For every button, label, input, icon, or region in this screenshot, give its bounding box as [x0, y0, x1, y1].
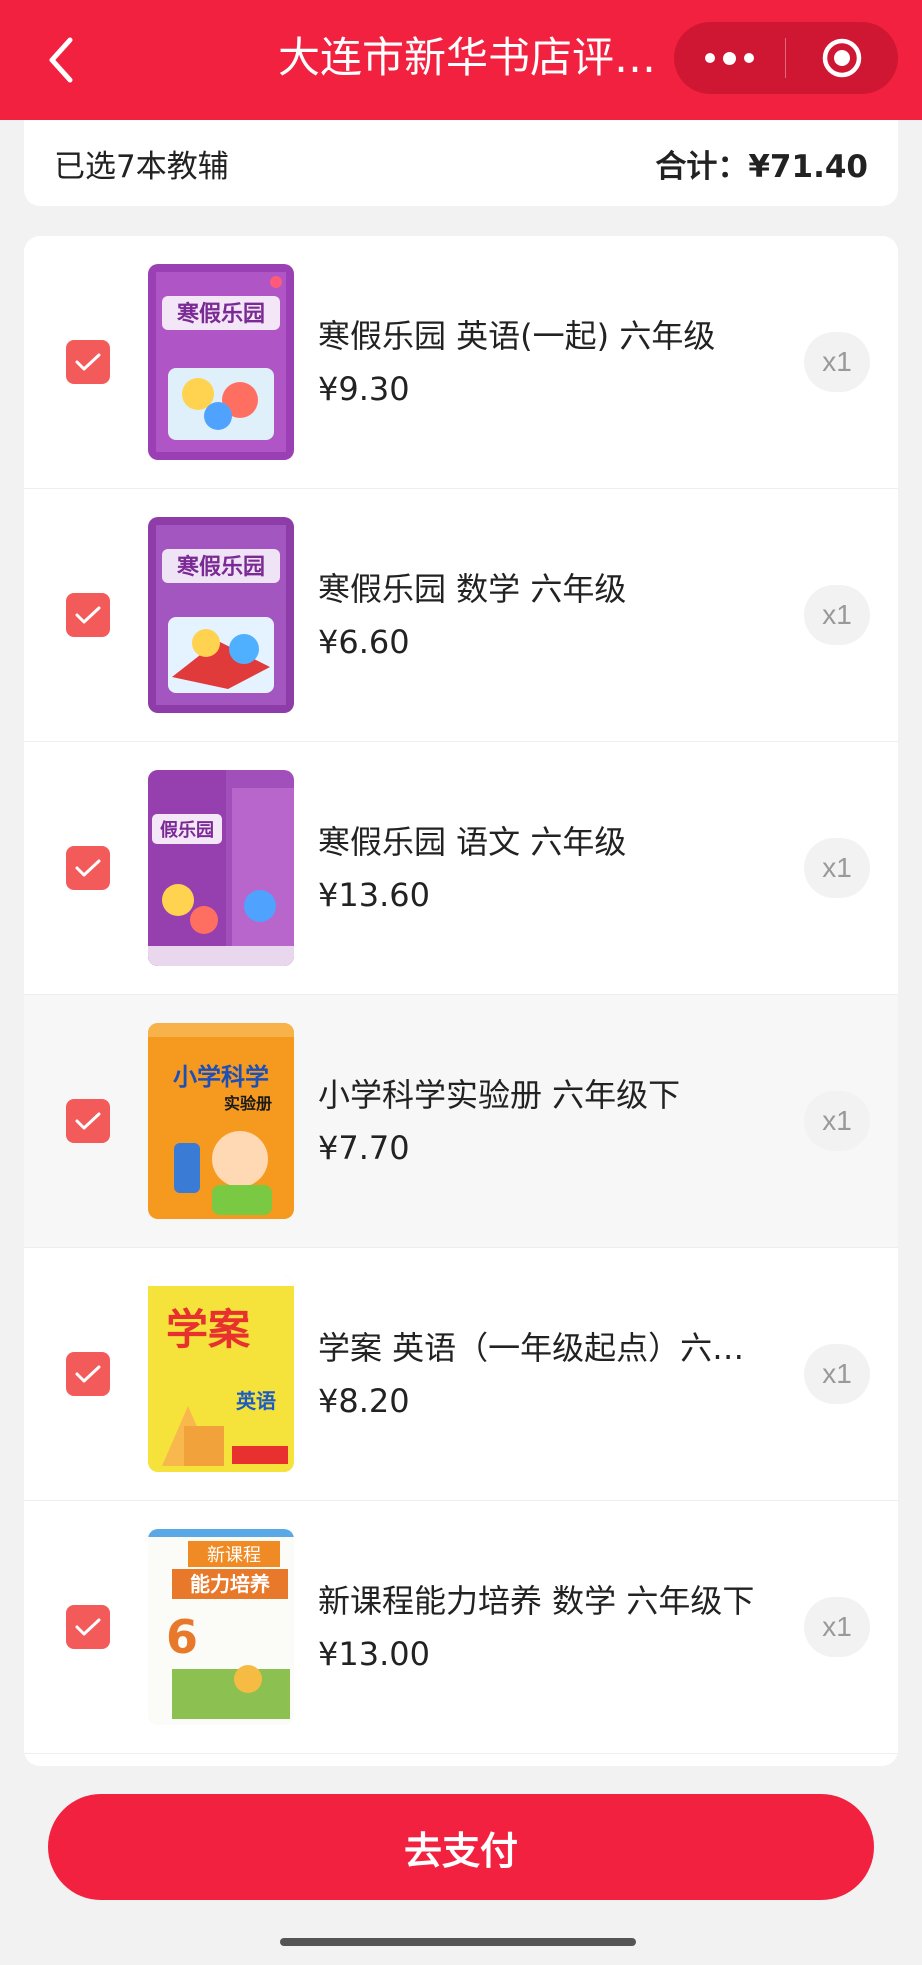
cover-sub-text: 能力培养 [190, 1572, 270, 1596]
book-list: 寒假乐园 寒假乐园 英语(一起) 六年级 ¥9.30 x1 寒假乐园 寒假乐园 … [24, 236, 898, 1766]
quantity-badge: x1 [804, 1597, 870, 1657]
item-checkbox[interactable] [66, 593, 110, 637]
home-indicator [280, 1938, 636, 1946]
quantity-badge: x1 [804, 1091, 870, 1151]
close-miniprogram-button[interactable] [786, 22, 897, 94]
list-item[interactable]: 小学科学 实验册 小学科学实验册 六年级下 ¥7.70 x1 [24, 995, 898, 1248]
more-button[interactable] [674, 22, 785, 94]
cover-title-text: 小学科学 [173, 1063, 269, 1091]
checkmark-icon [75, 859, 101, 877]
svg-text:6: 6 [166, 1610, 198, 1664]
quantity-badge: x1 [804, 838, 870, 898]
checkmark-icon [75, 353, 101, 371]
book-price: ¥8.20 [318, 1382, 410, 1420]
book-title: 新课程能力培养 数学 六年级下 [318, 1582, 755, 1620]
total-amount: 合计：¥71.40 [655, 148, 868, 185]
list-item[interactable]: 学案 英语 学案 英语（一年级起点）六… ¥8.20 x1 [24, 1248, 898, 1501]
cover-title-text: 寒假乐园 [177, 301, 265, 327]
book-price: ¥6.60 [318, 623, 410, 661]
back-button[interactable] [36, 30, 86, 90]
list-item[interactable]: 新课程 能力培养 6 新课程能力培养 数学 六年级下 ¥13.00 x1 [24, 1501, 898, 1754]
book-cover-image: 小学科学 实验册 [148, 1023, 294, 1219]
page-title: 大连市新华书店评… [278, 33, 657, 82]
item-checkbox[interactable] [66, 1099, 110, 1143]
quantity-badge: x1 [804, 585, 870, 645]
cover-sub-text: 实验册 [224, 1094, 272, 1113]
book-cover-image: 学案 英语 [148, 1276, 294, 1472]
item-checkbox[interactable] [66, 1605, 110, 1649]
nav-header: 大连市新华书店评… [0, 0, 922, 120]
cover-title-text: 假乐园 [160, 819, 214, 841]
mini-program-capsule [674, 22, 898, 94]
checkmark-icon [75, 1112, 101, 1130]
book-title: 寒假乐园 英语(一起) 六年级 [318, 317, 716, 355]
cover-title-text: 学案 [166, 1305, 251, 1354]
book-cover-image: 寒假乐园 [148, 517, 294, 713]
quantity-badge: x1 [804, 332, 870, 392]
list-item[interactable]: 寒假乐园 寒假乐园 英语(一起) 六年级 ¥9.30 x1 [24, 236, 898, 489]
checkmark-icon [75, 1365, 101, 1383]
book-cover-image: 寒假乐园 [148, 264, 294, 460]
book-title: 小学科学实验册 六年级下 [318, 1076, 681, 1114]
book-title: 学案 英语（一年级起点）六… [318, 1329, 745, 1367]
item-checkbox[interactable] [66, 340, 110, 384]
book-cover-image: 新课程 能力培养 6 [148, 1529, 294, 1725]
cover-title-text: 寒假乐园 [177, 554, 265, 580]
target-circle-icon [822, 38, 861, 78]
book-title: 寒假乐园 语文 六年级 [318, 823, 627, 861]
cover-sub-text: 英语 [236, 1389, 276, 1413]
quantity-badge: x1 [804, 1344, 870, 1404]
checkmark-icon [75, 1618, 101, 1636]
pay-button[interactable]: 去支付 [48, 1794, 874, 1900]
selected-count: 已选7本教辅 [54, 148, 229, 185]
book-price: ¥9.30 [318, 370, 410, 408]
more-dots-icon [705, 53, 715, 63]
cover-title-text: 新课程 [207, 1545, 261, 1566]
list-item[interactable]: 寒假乐园 寒假乐园 数学 六年级 ¥6.60 x1 [24, 489, 898, 742]
selection-summary: 已选7本教辅 合计：¥71.40 [24, 120, 898, 206]
book-price: ¥13.00 [318, 1635, 430, 1673]
list-item[interactable]: 假乐园 寒假乐园 语文 六年级 ¥13.60 x1 [24, 742, 898, 995]
item-checkbox[interactable] [66, 1352, 110, 1396]
book-title: 寒假乐园 数学 六年级 [318, 570, 627, 608]
book-cover-image: 假乐园 [148, 770, 294, 966]
item-checkbox[interactable] [66, 846, 110, 890]
book-price: ¥7.70 [318, 1129, 410, 1167]
checkmark-icon [75, 606, 101, 624]
chevron-left-icon [49, 37, 73, 83]
book-price: ¥13.60 [318, 876, 430, 914]
